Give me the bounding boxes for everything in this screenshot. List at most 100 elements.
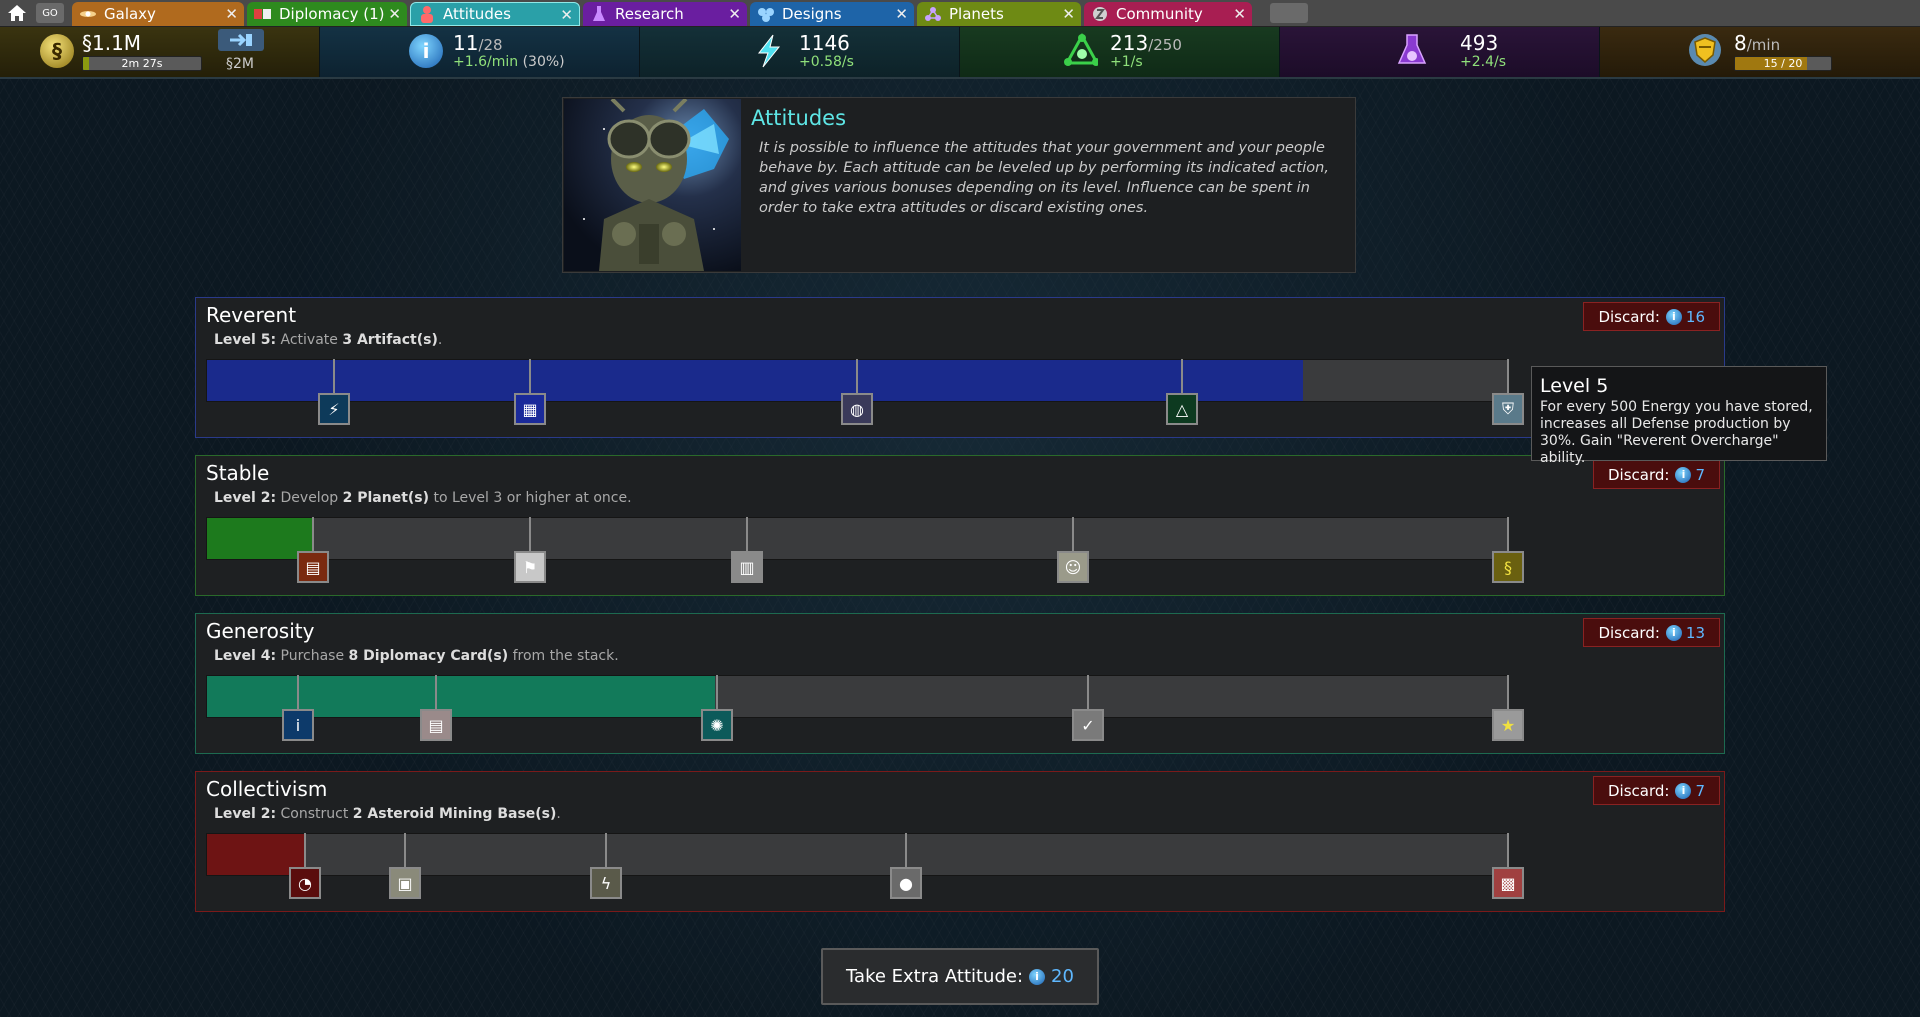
- influence-panel[interactable]: i 11/28 +1.6/min (30%): [320, 27, 640, 77]
- lightning-box-icon: ϟ: [600, 873, 612, 893]
- galaxy-icon: [78, 5, 98, 23]
- attitude-level-text: Level 4: Purchase 8 Diplomacy Card(s) fr…: [214, 648, 619, 664]
- designs-icon: [756, 5, 776, 23]
- discard-button[interactable]: Discard: i 13: [1583, 618, 1720, 647]
- level-4-node[interactable]: △: [1166, 393, 1198, 425]
- defense-panel[interactable]: 8/min 15 / 20: [1600, 27, 1920, 77]
- tab-label: Research: [615, 5, 684, 23]
- close-icon[interactable]: ✕: [560, 6, 573, 24]
- tab-community[interactable]: Community ✕: [1084, 2, 1252, 26]
- influence-icon: i: [1665, 624, 1682, 641]
- close-icon[interactable]: ✕: [1233, 5, 1246, 23]
- level-5-node[interactable]: §: [1492, 551, 1524, 583]
- tab-research[interactable]: Research ✕: [583, 2, 747, 26]
- energy-rate: +0.58/s: [799, 54, 854, 70]
- level-4-node[interactable]: ●: [890, 867, 922, 899]
- level-1-node[interactable]: i: [282, 709, 314, 741]
- transfer-icon: [230, 33, 252, 47]
- level-5-node[interactable]: ⛨: [1492, 393, 1524, 425]
- level-2-node[interactable]: ▣: [389, 867, 421, 899]
- attitude-level-text: Level 2: Construct 2 Asteroid Mining Bas…: [214, 806, 561, 822]
- checkmark-icon: ✓: [1081, 715, 1095, 735]
- level-1-node[interactable]: ◔: [289, 867, 321, 899]
- tab-bar: GO Galaxy ✕ Diplomacy (1) ✕ Attitudes ✕ …: [0, 0, 1920, 27]
- defense-progress-text: 15 / 20: [1763, 57, 1803, 70]
- influence-icon: i: [1665, 308, 1682, 325]
- level-5-node[interactable]: ★: [1492, 709, 1524, 741]
- asteroid-icon: ●: [899, 873, 913, 893]
- flag-icon: ⚑: [522, 557, 538, 577]
- new-tab-button[interactable]: [1270, 3, 1308, 23]
- robot-icon: ▣: [397, 873, 413, 893]
- tab-planets[interactable]: Planets ✕: [917, 2, 1081, 26]
- close-icon[interactable]: ✕: [895, 5, 908, 23]
- influence-rate: +1.6/min (30%): [453, 54, 565, 70]
- attitude-progress-bar: [206, 517, 1508, 560]
- close-icon[interactable]: ✕: [1062, 5, 1075, 23]
- level-4-node[interactable]: ☺: [1057, 551, 1089, 583]
- level-3-node[interactable]: ▥: [731, 551, 763, 583]
- research-panel[interactable]: 493 +2.4/s: [1280, 27, 1600, 77]
- diplomacy-icon: [253, 5, 273, 23]
- attitude-progress-fill: [207, 360, 1303, 401]
- attitude-panel-generosity: Generosity Level 4: Purchase 8 Diplomacy…: [195, 613, 1725, 754]
- level-3-node[interactable]: ϟ: [590, 867, 622, 899]
- defense-value: 8/min: [1734, 31, 1781, 55]
- home-button[interactable]: [4, 3, 30, 23]
- close-icon[interactable]: ✕: [728, 5, 741, 23]
- influence-icon: i: [1029, 968, 1046, 985]
- tab-label: Diplomacy (1): [279, 5, 385, 23]
- attitude-name: Reverent: [206, 303, 297, 327]
- level-5-node[interactable]: ▩: [1492, 867, 1524, 899]
- minerals-panel[interactable]: 213/250 +1/s: [960, 27, 1280, 77]
- attitude-name: Stable: [206, 461, 270, 485]
- page-description: It is possible to influence the attitude…: [759, 140, 1329, 216]
- smiley-icon: ☺: [1064, 557, 1082, 577]
- transfer-button[interactable]: [218, 29, 264, 51]
- energy-bolt-icon: ⚡: [328, 399, 340, 419]
- minerals-rate: +1/s: [1110, 54, 1143, 70]
- energy-panel[interactable]: 1146 +0.58/s: [640, 27, 960, 77]
- go-button[interactable]: GO: [36, 3, 64, 23]
- planet-orb-icon: ◍: [850, 399, 864, 419]
- tab-label: Attitudes: [443, 5, 511, 23]
- discard-button[interactable]: Discard: i 7: [1593, 776, 1720, 805]
- minerals-icon: [1064, 33, 1098, 67]
- credits-timer-text: 2m 27s: [121, 57, 163, 70]
- level-1-node[interactable]: ▤: [297, 551, 329, 583]
- stars-icon: ★: [1500, 715, 1516, 735]
- credits-value: §1.1M: [82, 31, 142, 55]
- tab-attitudes[interactable]: Attitudes ✕: [410, 2, 580, 26]
- level-2-node[interactable]: ▤: [420, 709, 452, 741]
- level-4-node[interactable]: ✓: [1072, 709, 1104, 741]
- tab-designs[interactable]: Designs ✕: [750, 2, 914, 26]
- level-3-node[interactable]: ✺: [701, 709, 733, 741]
- credits-icon: §: [40, 34, 74, 68]
- level-3-node[interactable]: ◍: [841, 393, 873, 425]
- level-2-node[interactable]: ⚑: [514, 551, 546, 583]
- attitude-level-text: Level 5: Activate 3 Artifact(s).: [214, 332, 443, 348]
- level-1-node[interactable]: ⚡: [318, 393, 350, 425]
- tab-galaxy[interactable]: Galaxy ✕: [72, 2, 244, 26]
- home-icon: [8, 5, 26, 21]
- research-value: 493: [1460, 31, 1499, 55]
- gauge-icon: ◔: [298, 873, 312, 893]
- close-icon[interactable]: ✕: [388, 5, 401, 23]
- credits-panel[interactable]: § §1.1M 2m 27s §2M: [0, 27, 320, 77]
- credits-icon: §: [1504, 557, 1512, 577]
- attitude-panel-collectivism: Collectivism Level 2: Construct 2 Astero…: [195, 771, 1725, 912]
- take-extra-attitude-button[interactable]: Take Extra Attitude: i 20: [821, 948, 1099, 1005]
- attitudes-info-panel: Attitudes It is possible to influence th…: [562, 97, 1356, 273]
- attitude-name: Collectivism: [206, 777, 328, 801]
- transfer-value: §2M: [226, 56, 254, 72]
- attitude-progress-bar: [206, 675, 1508, 718]
- leader-portrait: [564, 99, 741, 271]
- tab-label: Designs: [782, 5, 842, 23]
- level-2-node[interactable]: ▦: [514, 393, 546, 425]
- take-extra-attitude-cost: 20: [1051, 966, 1074, 987]
- tooltip-description: For every 500 Energy you have stored, in…: [1540, 399, 1813, 466]
- energy-value: 1146: [799, 31, 850, 55]
- discard-button[interactable]: Discard: i 16: [1583, 302, 1720, 331]
- tab-diplomacy[interactable]: Diplomacy (1) ✕: [247, 2, 407, 26]
- close-icon[interactable]: ✕: [225, 5, 238, 23]
